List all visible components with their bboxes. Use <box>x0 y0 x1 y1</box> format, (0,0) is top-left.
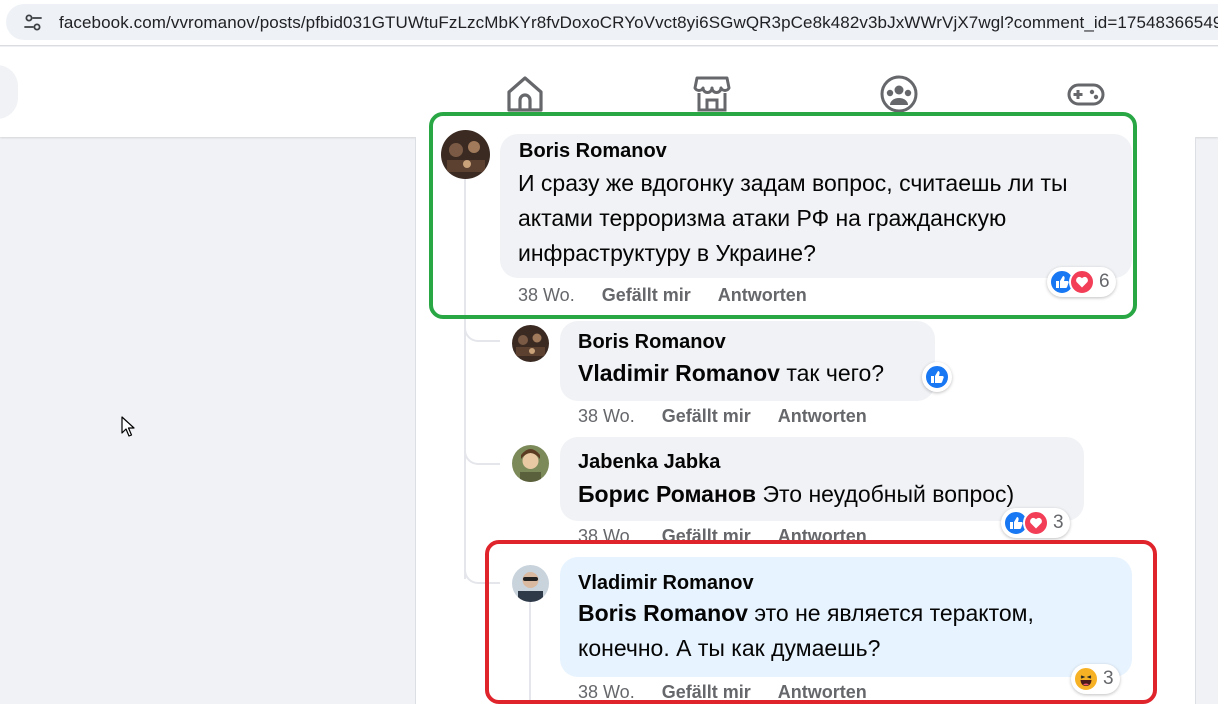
comment-text: Борис Романов Это неудобный вопрос) <box>578 477 1078 512</box>
comment-actions: 38 Wo. Gefällt mir Antworten <box>578 526 889 547</box>
comment-actions: 38 Wo. Gefällt mir Antworten <box>578 406 889 427</box>
like-button[interactable]: Gefällt mir <box>602 285 691 306</box>
browser-address-bar: facebook.com/vvromanov/posts/pfbid031GTU… <box>0 0 1218 46</box>
comment-body: так чего? <box>786 360 885 386</box>
groups-icon[interactable] <box>879 74 919 114</box>
like-button[interactable]: Gefällt mir <box>662 682 751 703</box>
comment-text: И сразу же вдогонку задам вопрос, считае… <box>518 166 1118 271</box>
comment-time[interactable]: 38 Wo. <box>578 406 635 427</box>
url-text[interactable]: facebook.com/vvromanov/posts/pfbid031GTU… <box>59 13 1218 33</box>
thread-connector <box>464 443 500 465</box>
comment-actions: 38 Wo. Gefällt mir Antworten <box>518 285 829 306</box>
reaction-summary[interactable] <box>922 362 952 392</box>
mention-link[interactable]: Борис Романов <box>578 481 756 507</box>
comment-author[interactable]: Jabenka Jabka <box>578 451 720 474</box>
reaction-summary[interactable]: 3 <box>1071 664 1120 694</box>
comment-actions: 38 Wo. Gefällt mir Antworten <box>578 682 889 703</box>
url-field[interactable]: facebook.com/vvromanov/posts/pfbid031GTU… <box>6 4 1218 40</box>
home-icon[interactable] <box>505 74 545 114</box>
marketplace-icon[interactable] <box>692 74 732 114</box>
love-reaction-icon <box>1023 510 1049 536</box>
thread-connector <box>464 562 500 584</box>
avatar-vladimir-romanov[interactable] <box>512 565 549 602</box>
reaction-count: 3 <box>1103 668 1114 689</box>
like-button[interactable]: Gefällt mir <box>662 406 751 427</box>
comment-author[interactable]: Boris Romanov <box>519 140 667 163</box>
mention-link[interactable]: Boris Romanov <box>578 600 748 626</box>
avatar-boris-romanov[interactable] <box>441 130 490 179</box>
search-field-edge[interactable] <box>0 65 18 119</box>
reply-button[interactable]: Antworten <box>778 526 867 547</box>
reaction-summary[interactable]: 3 <box>1001 508 1070 538</box>
comment-body: Это неудобный вопрос) <box>762 481 1015 507</box>
facebook-top-nav <box>0 47 1218 137</box>
comment-author[interactable]: Vladimir Romanov <box>578 572 754 595</box>
comment-time[interactable]: 38 Wo. <box>518 285 575 306</box>
like-reaction-icon <box>924 364 950 390</box>
like-button[interactable]: Gefällt mir <box>662 526 751 547</box>
comment-time[interactable]: 38 Wo. <box>578 526 635 547</box>
site-settings-icon[interactable] <box>23 13 43 33</box>
comment-time[interactable]: 38 Wo. <box>578 682 635 703</box>
mention-link[interactable]: Vladimir Romanov <box>578 360 780 386</box>
comment-text: Boris Romanov это не является терактом, … <box>578 596 1118 666</box>
thread-line <box>464 179 466 579</box>
reply-button[interactable]: Antworten <box>778 406 867 427</box>
haha-reaction-icon <box>1073 666 1099 692</box>
comment-author[interactable]: Boris Romanov <box>578 331 726 354</box>
reply-button[interactable]: Antworten <box>778 682 867 703</box>
thread-connector <box>464 320 500 342</box>
reaction-count: 6 <box>1099 271 1110 292</box>
avatar-jabenka-jabka[interactable] <box>512 445 549 482</box>
comment-body: И сразу же вдогонку задам вопрос, считае… <box>518 170 1068 266</box>
love-reaction-icon <box>1069 269 1095 295</box>
reply-button[interactable]: Antworten <box>718 285 807 306</box>
gaming-icon[interactable] <box>1066 74 1106 114</box>
avatar-boris-romanov[interactable] <box>512 325 549 362</box>
reaction-count: 3 <box>1053 512 1064 533</box>
mouse-cursor-icon <box>121 416 135 437</box>
reaction-summary[interactable]: 6 <box>1047 267 1116 297</box>
comment-text: Vladimir Romanov так чего? <box>578 356 918 391</box>
